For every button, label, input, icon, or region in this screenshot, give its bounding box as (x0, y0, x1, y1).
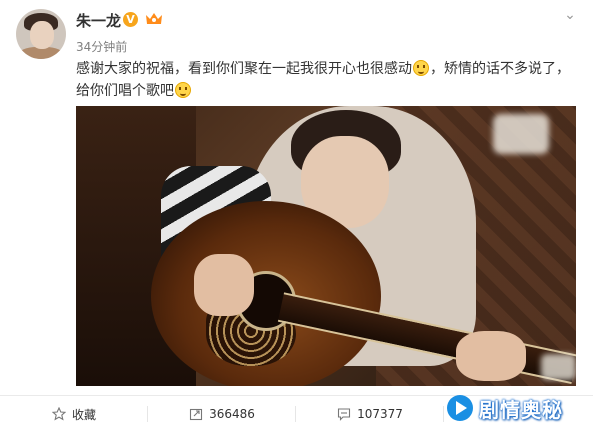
comment-button[interactable]: 107377 (296, 396, 444, 432)
verified-badge-icon: V (123, 12, 138, 27)
watermark-text: 剧情奥秘 (479, 397, 563, 422)
watermark: 剧情奥秘 (447, 388, 585, 428)
post-text: 感谢大家的祝福，看到你们聚在一起我很开心也很感动 ，矫情的话不多说了，给你们唱个歌… (76, 58, 581, 102)
smile-emoji-icon (413, 60, 429, 76)
star-icon (51, 407, 66, 421)
repost-icon (190, 408, 203, 421)
favorite-label: 收藏 (71, 407, 96, 422)
vip-crown-icon (146, 13, 162, 24)
repost-count: 366486 (209, 407, 255, 421)
repost-button[interactable]: 366486 (148, 396, 296, 432)
comment-icon (338, 408, 351, 421)
comment-count: 107377 (357, 407, 403, 421)
post-text-part1: 感谢大家的祝福，看到你们聚在一起我很开心也很感动 (76, 61, 412, 77)
laugh-emoji-icon (175, 82, 191, 98)
post-photo[interactable] (76, 106, 576, 386)
username[interactable]: 朱一龙 (76, 10, 121, 31)
favorite-button[interactable]: 收藏 (0, 396, 148, 432)
avatar[interactable] (16, 9, 66, 59)
more-options-icon[interactable]: ⌄ (561, 6, 579, 24)
watermark-logo-icon (447, 395, 473, 421)
timestamp[interactable]: 34分钟前 (76, 38, 127, 55)
